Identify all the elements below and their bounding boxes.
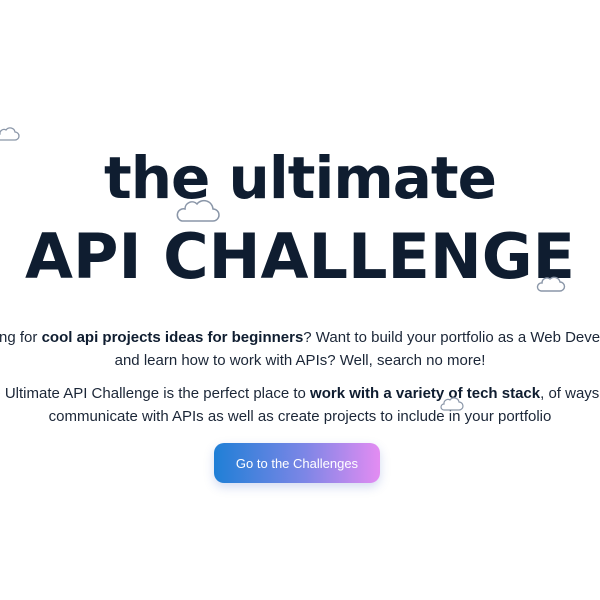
intro-line-2: and learn how to work with APIs? Well, s…: [114, 352, 486, 369]
cloud-icon: [440, 396, 464, 412]
intro-paragraph: king for cool api projects ideas for beg…: [0, 326, 600, 372]
hero-title-line-1: the ultimate: [104, 144, 497, 212]
description-line-2: communicate with APIs as well as create …: [48, 408, 552, 425]
description-text-end: , of ways t: [540, 385, 600, 402]
cloud-icon: [0, 126, 20, 142]
description-paragraph: e Ultimate API Challenge is the perfect …: [0, 382, 600, 428]
go-to-challenges-button[interactable]: Go to the Challenges: [214, 443, 380, 483]
description-highlight: work with a variety of tech stack: [310, 385, 541, 402]
hero-section: the ultimate API CHALLENGE king for cool…: [0, 0, 600, 600]
intro-highlight: cool api projects ideas for beginners: [41, 329, 304, 346]
cloud-icon: [175, 198, 221, 224]
description-text-start: e Ultimate API Challenge is the perfect …: [0, 385, 311, 402]
intro-text-start: king for: [0, 329, 38, 346]
intro-text-end: ? Want to build your portfolio as a Web …: [303, 329, 600, 346]
hero-title-line-2: API CHALLENGE: [25, 220, 575, 293]
cloud-icon: [536, 274, 566, 294]
